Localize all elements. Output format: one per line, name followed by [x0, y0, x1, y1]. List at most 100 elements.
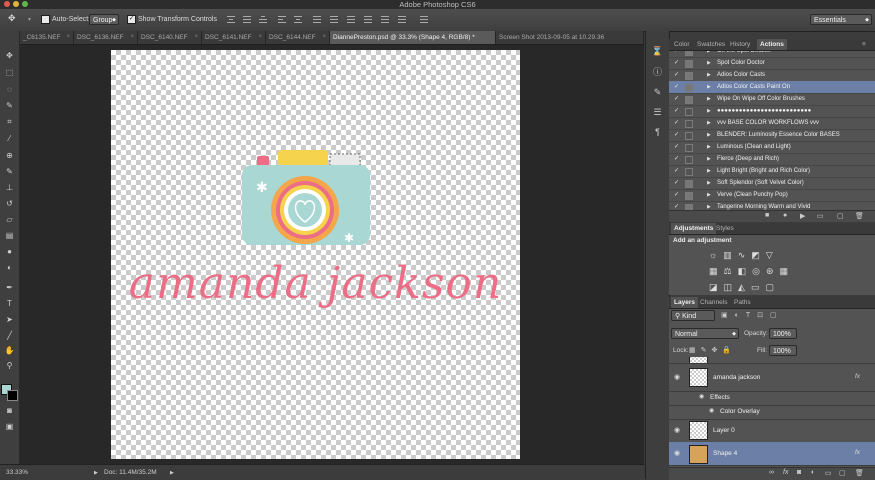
toggle-checkmark-icon[interactable]: ✓ — [674, 93, 679, 105]
dialog-toggle-icon[interactable] — [685, 156, 693, 164]
dialog-toggle-icon[interactable] — [685, 72, 693, 80]
close-window-button[interactable] — [4, 1, 10, 7]
line-tool-icon[interactable]: ╱ — [3, 329, 16, 342]
dialog-toggle-icon[interactable] — [685, 120, 693, 128]
levels-icon[interactable]: ▥ — [723, 250, 738, 260]
marquee-tool-icon[interactable]: ⬚ — [3, 66, 16, 79]
tab-dsc-6140[interactable]: DSC_6140.NEF × — [138, 31, 202, 44]
crop-tool-icon[interactable]: ⌗ — [3, 115, 16, 128]
new-set-icon[interactable]: ▭ — [817, 212, 824, 220]
distribute-vcenter-icon[interactable] — [328, 14, 340, 25]
dialog-toggle-icon[interactable] — [685, 168, 693, 176]
close-tab-icon[interactable]: × — [322, 31, 326, 44]
add-mask-icon[interactable]: ◙ — [797, 469, 801, 476]
color-lookup-icon[interactable]: ▦ — [780, 266, 795, 276]
expand-triangle-icon[interactable]: ▶ — [707, 189, 711, 201]
delete-layer-icon[interactable]: 🗑 — [855, 469, 864, 477]
dialog-toggle-icon[interactable] — [685, 132, 693, 140]
new-adjustment-icon[interactable]: ◐ — [811, 469, 815, 476]
expand-triangle-icon[interactable]: ▶ — [707, 69, 711, 81]
path-selection-tool-icon[interactable]: ➤ — [3, 313, 16, 326]
dialog-toggle-icon[interactable] — [685, 84, 693, 92]
zoom-level[interactable]: 33.33% — [6, 468, 28, 477]
tab-history[interactable]: History — [727, 39, 753, 50]
close-tab-icon[interactable]: × — [66, 31, 70, 44]
document-canvas[interactable]: ✱ ✱ amanda jackson — [111, 50, 520, 459]
tab-paths[interactable]: Paths — [731, 297, 754, 308]
hand-tool-icon[interactable]: ✋ — [3, 344, 16, 357]
fx-indicator[interactable]: fx — [855, 449, 860, 456]
new-group-icon[interactable]: ▭ — [825, 469, 832, 477]
tab-dsc-6135[interactable]: _C6135.NEF × — [20, 31, 74, 44]
layer-row-shape-4[interactable]: ◉ Shape 4 fx — [669, 442, 875, 466]
gradient-tool-icon[interactable]: ▤ — [3, 229, 16, 242]
history-brush-tool-icon[interactable]: ↺ — [3, 197, 16, 210]
record-icon[interactable]: ● — [783, 212, 787, 219]
dialog-toggle-icon[interactable] — [685, 51, 693, 56]
toggle-checkmark-icon[interactable]: ✓ — [674, 189, 679, 201]
expand-triangle-icon[interactable]: ▶ — [707, 117, 711, 129]
toggle-checkmark-icon[interactable]: ✓ — [674, 129, 679, 141]
toggle-checkmark-icon[interactable]: ✓ — [674, 57, 679, 69]
brush-panel-icon[interactable]: ✎ — [651, 86, 664, 99]
eraser-tool-icon[interactable]: ▱ — [3, 213, 16, 226]
minimize-window-button[interactable] — [13, 1, 19, 7]
posterize-icon[interactable]: ◫ — [724, 282, 739, 292]
gradient-map-icon[interactable]: ▭ — [751, 282, 766, 292]
opacity-field[interactable]: 100% — [769, 328, 797, 339]
dialog-toggle-icon[interactable] — [685, 108, 693, 116]
eye-icon[interactable]: ◉ — [699, 393, 704, 400]
expand-triangle-icon[interactable]: ▶ — [707, 153, 711, 165]
toggle-checkmark-icon[interactable]: ✓ — [674, 177, 679, 189]
photo-filter-icon[interactable]: ◎ — [752, 266, 766, 276]
quick-selection-tool-icon[interactable]: ✎ — [3, 99, 16, 112]
fx-indicator[interactable]: fx — [855, 373, 860, 380]
new-layer-icon[interactable]: ▢ — [839, 469, 846, 477]
toggle-checkmark-icon[interactable]: ✓ — [674, 81, 679, 93]
align-left-icon[interactable] — [276, 14, 288, 25]
tab-layers[interactable]: Layers — [671, 297, 698, 308]
zoom-tool-icon[interactable]: ⚲ — [3, 359, 16, 372]
tab-dsc-6136[interactable]: DSC_6136.NEF × — [74, 31, 138, 44]
brightness-contrast-icon[interactable]: ☼ — [709, 250, 723, 260]
delete-action-icon[interactable]: 🗑 — [855, 212, 864, 220]
curves-icon[interactable]: ∿ — [738, 250, 752, 260]
move-tool-icon[interactable]: ✥ — [3, 49, 16, 62]
stop-icon[interactable]: ■ — [765, 212, 769, 219]
invert-icon[interactable]: ◪ — [709, 282, 724, 292]
tab-swatches[interactable]: Swatches — [694, 39, 728, 50]
eye-icon[interactable]: ◉ — [674, 426, 680, 434]
quick-mask-icon[interactable]: ◙ — [3, 404, 16, 417]
toggle-checkmark-icon[interactable]: ✓ — [674, 105, 679, 117]
close-tab-icon[interactable]: × — [130, 31, 134, 44]
hue-saturation-icon[interactable]: ▦ — [709, 266, 724, 276]
panel-menu-icon[interactable]: ≡ — [859, 39, 869, 50]
tab-color[interactable]: Color — [671, 39, 693, 50]
show-transform-checkbox[interactable]: ✓ — [127, 15, 136, 24]
close-tab-icon[interactable]: × — [194, 31, 198, 44]
distribute-right-icon[interactable] — [396, 14, 408, 25]
threshold-icon[interactable]: ◭ — [738, 282, 751, 292]
expand-triangle-icon[interactable]: ▶ — [707, 81, 711, 93]
tab-actions[interactable]: Actions — [757, 39, 787, 50]
logo-text[interactable]: amanda jackson — [111, 254, 520, 314]
black-white-icon[interactable]: ◧ — [738, 266, 753, 276]
tab-dsc-6141[interactable]: DSC_6141.NEF × — [202, 31, 266, 44]
dialog-toggle-icon[interactable] — [685, 96, 693, 104]
eye-icon[interactable]: ◉ — [674, 373, 680, 381]
layer-name[interactable]: Layer 0 — [713, 427, 735, 434]
tab-adjustments[interactable]: Adjustments — [671, 223, 717, 234]
layer-row-amanda-jackson[interactable]: ◉ amanda jackson fx — [669, 364, 875, 392]
layer-row-layer-0[interactable]: ◉ Layer 0 — [669, 419, 875, 443]
tab-channels[interactable]: Channels — [697, 297, 730, 308]
pen-tool-icon[interactable]: ✒ — [3, 281, 16, 294]
auto-align-icon[interactable] — [418, 14, 430, 25]
expand-triangle-icon[interactable]: ▶ — [707, 177, 711, 189]
color-balance-icon[interactable]: ⚖ — [724, 266, 738, 276]
layer-row-hidden[interactable] — [669, 357, 875, 364]
exposure-icon[interactable]: ◩ — [751, 250, 766, 260]
fill-field[interactable]: 100% — [769, 345, 797, 356]
healing-brush-tool-icon[interactable]: ⊕ — [3, 149, 16, 162]
dialog-toggle-icon[interactable] — [685, 144, 693, 152]
zoom-window-button[interactable] — [22, 1, 28, 7]
